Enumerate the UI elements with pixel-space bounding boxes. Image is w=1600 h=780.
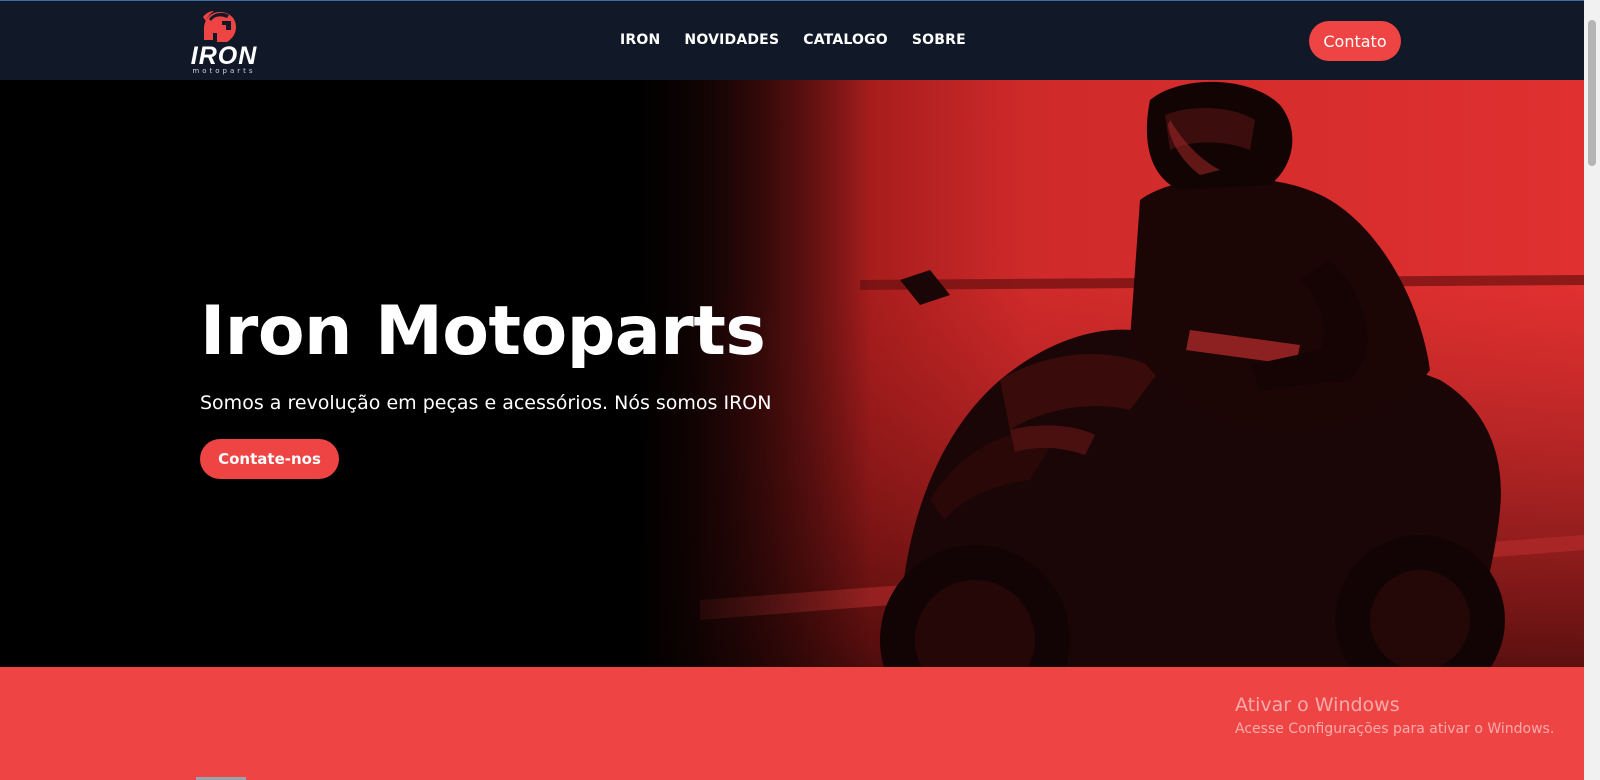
scrollbar-thumb[interactable] [1588, 20, 1596, 166]
page: IRON motoparts IRON NOVIDADES CATALOGO S… [0, 0, 1584, 780]
hero-banner: Iron Motoparts Somos a revolução em peça… [0, 80, 1584, 667]
nav-link-iron[interactable]: IRON [620, 31, 660, 49]
vertical-scrollbar[interactable] [1584, 0, 1600, 780]
motorcycle-rider-photo [0, 80, 1584, 667]
main-nav: IRON NOVIDADES CATALOGO SOBRE [620, 31, 990, 49]
contact-button[interactable]: Contato [1309, 21, 1401, 61]
iron-logo[interactable]: IRON motoparts [184, 9, 264, 75]
logo-tagline: motoparts [192, 67, 256, 75]
hero-subtitle: Somos a revolução em peças e acessórios.… [200, 392, 772, 414]
nav-link-novidades[interactable]: NOVIDADES [684, 31, 779, 49]
logo-wordmark: IRON [190, 42, 258, 70]
windows-activation-subtitle: Acesse Configurações para ativar o Windo… [1235, 721, 1555, 737]
top-nav-bar: IRON motoparts IRON NOVIDADES CATALOGO S… [0, 0, 1584, 80]
hero-title: Iron Motoparts [200, 292, 766, 371]
nav-link-catalogo[interactable]: CATALOGO [803, 31, 888, 49]
contact-us-button[interactable]: Contate-nos [200, 439, 339, 479]
spartan-helmet-icon [203, 11, 236, 42]
windows-activation-title: Ativar o Windows [1235, 694, 1400, 716]
nav-link-sobre[interactable]: SOBRE [912, 31, 966, 49]
